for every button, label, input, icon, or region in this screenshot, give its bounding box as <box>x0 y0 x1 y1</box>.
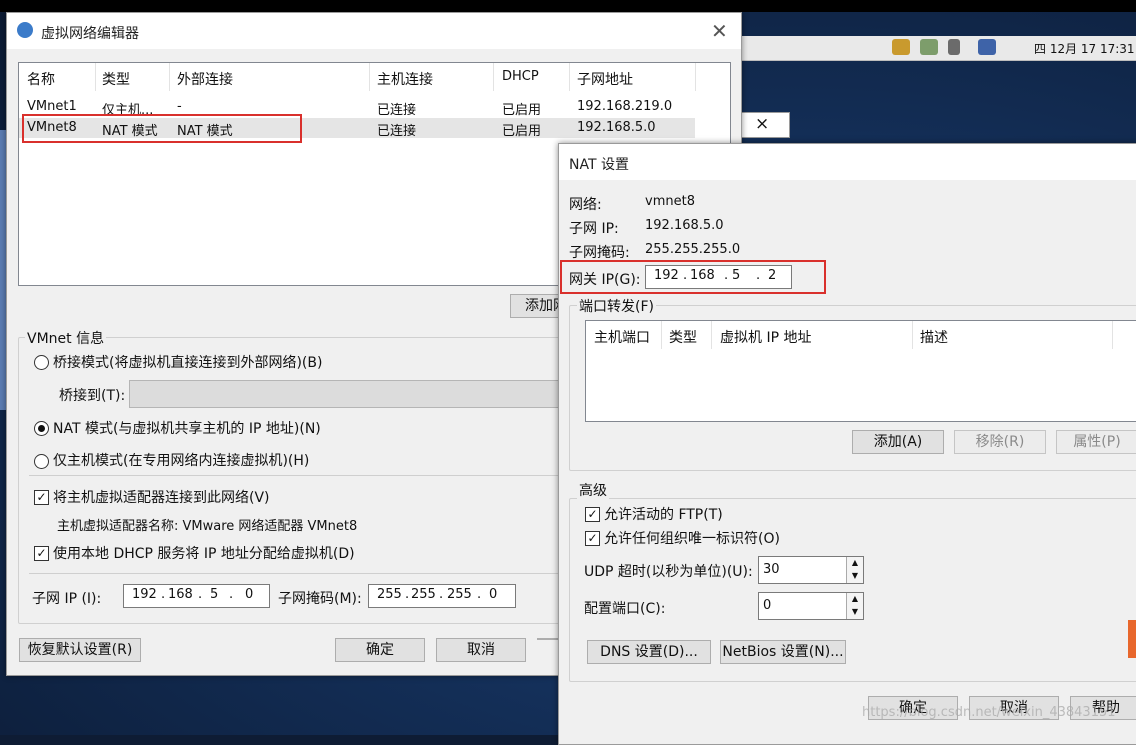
network-icon[interactable] <box>920 39 938 55</box>
restore-defaults-button[interactable]: 恢复默认设置(R) <box>19 638 141 662</box>
add-button[interactable]: 添加(A) <box>852 430 944 454</box>
port-forwarding-list[interactable]: 主机端口 类型 虚拟机 IP 地址 描述 <box>585 320 1136 422</box>
column-header-type[interactable]: 类型 <box>669 327 697 347</box>
connect-adapter-checkbox[interactable]: ✓ <box>34 490 49 505</box>
advanced-label: 高级 <box>577 480 609 500</box>
subnet-mask-value: 255.255.255.0 <box>645 242 741 257</box>
watermark: https://blog.csdn.net/weixin_43843151 <box>862 705 1116 720</box>
close-icon[interactable]: × <box>755 114 769 134</box>
highlight-gateway-ip <box>560 260 826 294</box>
column-header-external[interactable]: 外部连接 <box>177 69 233 89</box>
desktop-top-strip <box>0 0 1136 12</box>
editor-titlebar: 虚拟网络编辑器 ✕ <box>7 13 741 49</box>
spin-down-icon: ▼ <box>851 571 859 580</box>
volume-icon[interactable] <box>948 39 960 55</box>
nat-settings-window: NAT 设置 网络: vmnet8 子网 IP: 192.168.5.0 子网掩… <box>558 143 1136 745</box>
udp-timeout-spinner[interactable]: 30 ▲ ▼ <box>758 556 864 584</box>
dns-settings-button[interactable]: DNS 设置(D)... <box>587 640 711 664</box>
subnet-mask-input[interactable]: 255. 255. 255. 0 <box>368 584 516 608</box>
network-value: vmnet8 <box>645 194 695 209</box>
subnet-ip-label: 子网 IP: <box>569 221 619 237</box>
subnet-mask-label: 子网掩码(M): <box>278 591 362 607</box>
connect-adapter-label[interactable]: 将主机虚拟适配器连接到此网络(V) <box>53 487 270 507</box>
ok-button[interactable]: 确定 <box>335 638 425 662</box>
remove-button[interactable]: 移除(R) <box>954 430 1046 454</box>
netbios-settings-button[interactable]: NetBios 设置(N)... <box>720 640 846 664</box>
nat-mode-label[interactable]: NAT 模式(与虚拟机共享主机的 IP 地址)(N) <box>53 418 321 438</box>
adapter-name-label: 主机虚拟适配器名称: VMware 网络适配器 VMnet8 <box>57 519 358 534</box>
bridge-mode-radio[interactable] <box>34 355 49 370</box>
subnet-ip-value: 192.168.5.0 <box>645 218 724 233</box>
subnet-mask-label: 子网掩码: <box>569 245 630 261</box>
network-label: 网络: <box>569 197 602 213</box>
system-tray: 四 12月 17 17:31 <box>740 36 1136 61</box>
config-port-spinner[interactable]: 0 ▲ ▼ <box>758 592 864 620</box>
column-header-dhcp[interactable]: DHCP <box>502 69 539 84</box>
bridge-to-label: 桥接到(T): <box>59 388 126 404</box>
clock[interactable]: 四 12月 17 17:31 <box>1034 40 1135 57</box>
column-header-host[interactable]: 主机连接 <box>377 69 433 89</box>
use-dhcp-label[interactable]: 使用本地 DHCP 服务将 IP 地址分配给虚拟机(D) <box>53 543 355 563</box>
port-forwarding-label: 端口转发(F) <box>577 296 656 316</box>
nat-mode-radio[interactable] <box>34 421 49 436</box>
column-header-description[interactable]: 描述 <box>920 327 948 347</box>
subnet-ip-input[interactable]: 192. 168. 5. 0 <box>123 584 270 608</box>
spin-up-icon: ▲ <box>851 594 859 603</box>
display-icon[interactable] <box>978 39 996 55</box>
column-header-name[interactable]: 名称 <box>27 69 55 89</box>
divider <box>29 475 559 476</box>
column-header-host-port[interactable]: 主机端口 <box>594 327 650 347</box>
config-port-label: 配置端口(C): <box>584 601 666 617</box>
app-logo <box>1128 620 1136 658</box>
close-icon[interactable]: ✕ <box>711 19 728 43</box>
divider <box>29 573 559 574</box>
host-only-mode-radio[interactable] <box>34 454 49 469</box>
nat-title: NAT 设置 <box>569 157 629 173</box>
spin-up-icon: ▲ <box>851 558 859 567</box>
bridge-to-dropdown[interactable] <box>129 380 561 408</box>
column-header-subnet[interactable]: 子网地址 <box>577 69 633 89</box>
spin-down-icon: ▼ <box>851 607 859 616</box>
column-header-vm-ip[interactable]: 虚拟机 IP 地址 <box>720 327 811 347</box>
allow-ftp-label[interactable]: 允许活动的 FTP(T) <box>604 504 723 524</box>
highlight-vmnet8-row <box>22 114 302 143</box>
cancel-button[interactable]: 取消 <box>436 638 526 662</box>
host-only-mode-label[interactable]: 仅主机模式(在专用网络内连接虚拟机)(H) <box>53 450 309 470</box>
nat-titlebar: NAT 设置 <box>559 144 1136 180</box>
allow-ftp-checkbox[interactable]: ✓ <box>585 507 600 522</box>
subnet-ip-label: 子网 IP (I): <box>32 591 102 607</box>
udp-timeout-label: UDP 超时(以秒为单位)(U): <box>584 564 753 580</box>
column-header-type[interactable]: 类型 <box>102 69 130 89</box>
vmnet-info-label: VMnet 信息 <box>25 328 107 348</box>
allow-oui-label[interactable]: 允许任何组织唯一标识符(O) <box>604 528 780 548</box>
bridge-mode-label[interactable]: 桥接模式(将虚拟机直接连接到外部网络)(B) <box>53 352 322 372</box>
network-globe-icon <box>17 22 33 38</box>
update-icon[interactable] <box>892 39 910 55</box>
spinner-arrows[interactable]: ▲ ▼ <box>846 557 863 583</box>
use-dhcp-checkbox[interactable]: ✓ <box>34 546 49 561</box>
spinner-arrows[interactable]: ▲ ▼ <box>846 593 863 619</box>
editor-title: 虚拟网络编辑器 <box>41 26 139 42</box>
properties-button[interactable]: 属性(P) <box>1056 430 1136 454</box>
allow-oui-checkbox[interactable]: ✓ <box>585 531 600 546</box>
